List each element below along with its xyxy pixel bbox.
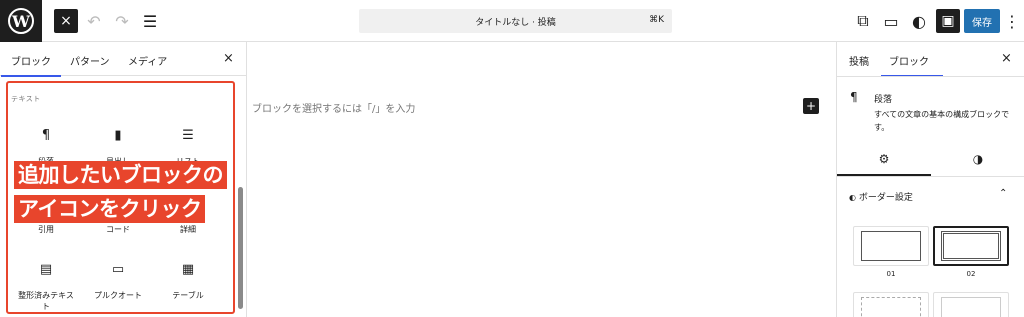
redo-icon[interactable]: ↷ — [110, 9, 134, 33]
undo-icon[interactable]: ↶ — [82, 9, 106, 33]
block-placeholder[interactable]: ブロックを選択するには「/」を入力 — [252, 100, 415, 115]
add-block-icon[interactable]: + — [803, 98, 819, 114]
wordpress-logo-button[interactable]: W — [0, 0, 42, 42]
close-icon[interactable]: × — [223, 51, 234, 66]
tab-block[interactable]: ブロック — [881, 53, 943, 77]
save-button[interactable]: 保存 — [964, 9, 1000, 33]
jetpack-icon: ◐ — [849, 193, 856, 202]
close-icon[interactable]: × — [1001, 51, 1012, 66]
border-preview — [941, 297, 1001, 317]
border-preview — [861, 297, 921, 317]
border-settings-heading[interactable]: ◐ ボーダー設定 — [849, 190, 913, 203]
border-style-03[interactable] — [853, 292, 929, 317]
styles-tab-icon[interactable]: ◑ — [931, 152, 1024, 166]
annotation-text-2: アイコンをクリック — [14, 195, 206, 223]
block-title: 段落 — [874, 95, 893, 105]
jetpack-icon[interactable]: ◐ — [907, 9, 931, 33]
border-style-01[interactable] — [853, 226, 929, 266]
chevron-up-icon[interactable]: ⌃ — [999, 188, 1007, 199]
border-heading-label: ボーダー設定 — [858, 193, 913, 203]
border-style-02[interactable] — [933, 226, 1009, 266]
close-inserter-button[interactable]: × — [54, 9, 78, 33]
annotation-text-1: 追加したいブロックの — [14, 161, 227, 189]
options-more-icon[interactable]: ⋮ — [1004, 9, 1020, 33]
tab-post[interactable]: 投稿 — [849, 53, 869, 68]
settings-sidebar: 投稿 ブロック × ¶ 段落 すべての文章の基本の構成ブロックです。 ⚙ ◑ ◐… — [836, 42, 1024, 317]
paragraph-icon: ¶ — [850, 90, 858, 104]
divider — [837, 76, 1024, 77]
device-preview-icon[interactable]: ▭ — [879, 9, 903, 33]
tab-blocks[interactable]: ブロック — [1, 53, 61, 77]
settings-panel-icon[interactable]: ▣ — [936, 9, 960, 33]
document-title: タイトルなし · 投稿 — [475, 17, 556, 28]
view-post-icon[interactable]: ⧉ — [851, 9, 875, 33]
border-preview — [941, 231, 1001, 261]
command-palette-button[interactable]: タイトルなし · 投稿 ⌘K — [359, 9, 672, 33]
wordpress-icon: W — [8, 8, 34, 34]
inserter-scrollbar[interactable] — [238, 187, 243, 309]
settings-tab-icon[interactable]: ⚙ — [837, 152, 931, 176]
inserter-tabs: ブロック パターン メディア × — [0, 42, 246, 77]
border-style-04[interactable] — [933, 292, 1009, 317]
tab-patterns[interactable]: パターン — [70, 53, 110, 68]
border-preview — [861, 231, 921, 261]
document-overview-icon[interactable]: ☰ — [138, 9, 162, 33]
divider — [837, 176, 1024, 177]
border-style-label: 02 — [966, 270, 976, 278]
tab-media[interactable]: メディア — [128, 53, 167, 68]
top-toolbar: W × ↶ ↷ ☰ タイトルなし · 投稿 ⌘K ⧉ ▭ ◐ ▣ 保存 ⋮ — [0, 0, 1024, 42]
block-inserter-panel: ブロック パターン メディア × テキスト ¶ 段落 ▮ 見出し ☰ リスト ❝… — [0, 42, 247, 317]
border-style-label: 01 — [886, 270, 896, 278]
annotation-line-1: 追加したいブロックの — [14, 160, 227, 190]
shortcut-hint: ⌘K — [649, 15, 664, 25]
block-description: すべての文章の基本の構成ブロックです。 — [874, 110, 1010, 132]
annotation-line-2: アイコンをクリック — [14, 194, 206, 224]
